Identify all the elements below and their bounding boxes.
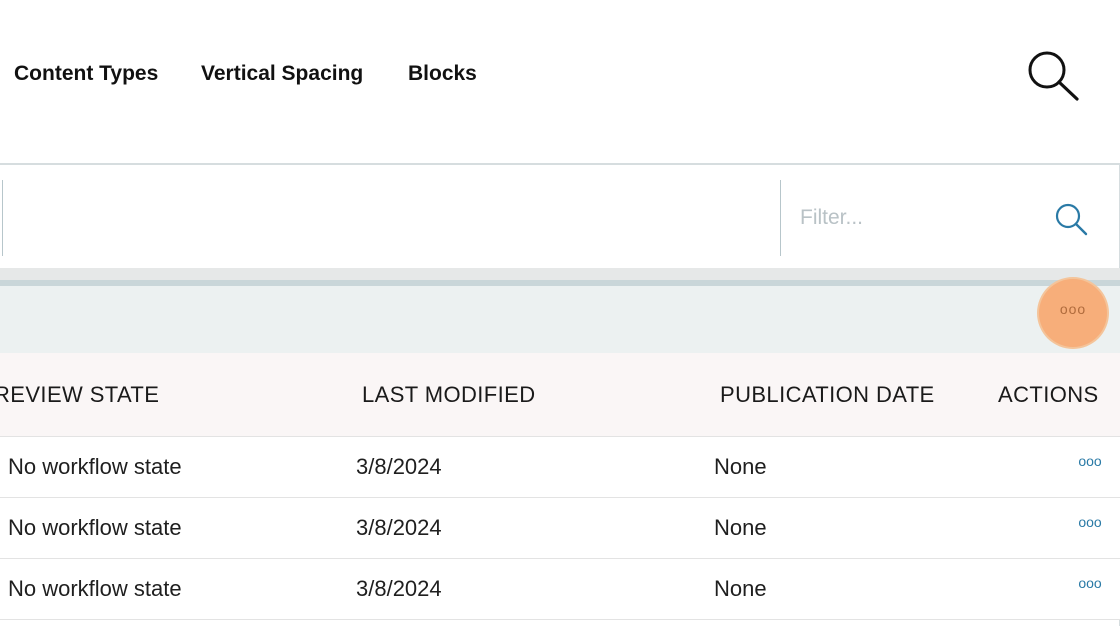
page: Content Types Vertical Spacing Blocks oo… — [0, 0, 1120, 626]
row-actions-button[interactable]: ooo — [1075, 514, 1105, 534]
contents-toolbar — [0, 286, 1120, 353]
divider — [0, 268, 1120, 280]
divider — [2, 180, 3, 256]
filter-input[interactable] — [798, 199, 1042, 237]
column-header-publication-date[interactable]: PUBLICATION DATE — [720, 382, 935, 408]
last-modified-cell: 3/8/2024 — [356, 576, 442, 601]
last-modified-cell: 3/8/2024 — [356, 515, 442, 540]
review-state-cell: No workflow state — [8, 515, 182, 540]
search-icon — [1028, 51, 1079, 101]
review-state-cell: No workflow state — [8, 454, 182, 479]
divider — [780, 180, 781, 256]
more-dots-icon: ooo — [1059, 301, 1087, 317]
contents-top-bar — [0, 165, 1119, 269]
nav-item-blocks[interactable]: Blocks — [408, 62, 477, 86]
search-icon — [1055, 203, 1088, 236]
nav-item-content-types[interactable]: Content Types — [14, 62, 158, 86]
nav-item-vertical-spacing[interactable]: Vertical Spacing — [201, 62, 363, 86]
row-actions-button[interactable]: ooo — [1075, 575, 1105, 595]
filter-search-button[interactable] — [1053, 201, 1089, 237]
table-row[interactable]: No workflow state 3/8/2024 None ooo — [0, 498, 1120, 559]
column-header-review-state[interactable]: REVIEW STATE — [0, 382, 159, 408]
table-header — [0, 353, 1120, 437]
publication-date-cell: None — [714, 515, 767, 540]
review-state-cell: No workflow state — [8, 576, 182, 601]
last-modified-cell: 3/8/2024 — [356, 454, 442, 479]
row-actions-button[interactable]: ooo — [1075, 453, 1105, 473]
publication-date-cell: None — [714, 454, 767, 479]
table-row[interactable]: No workflow state 3/8/2024 None ooo — [0, 437, 1120, 498]
column-header-last-modified[interactable]: LAST MODIFIED — [362, 382, 536, 408]
table-row[interactable]: No workflow state 3/8/2024 None ooo — [0, 559, 1120, 620]
top-navigation: Content Types Vertical Spacing Blocks — [0, 0, 1120, 160]
publication-date-cell: None — [714, 576, 767, 601]
column-header-actions: ACTIONS — [998, 382, 1099, 407]
more-options-button[interactable]: ooo — [1039, 279, 1107, 347]
site-search-button[interactable] — [1024, 48, 1082, 102]
